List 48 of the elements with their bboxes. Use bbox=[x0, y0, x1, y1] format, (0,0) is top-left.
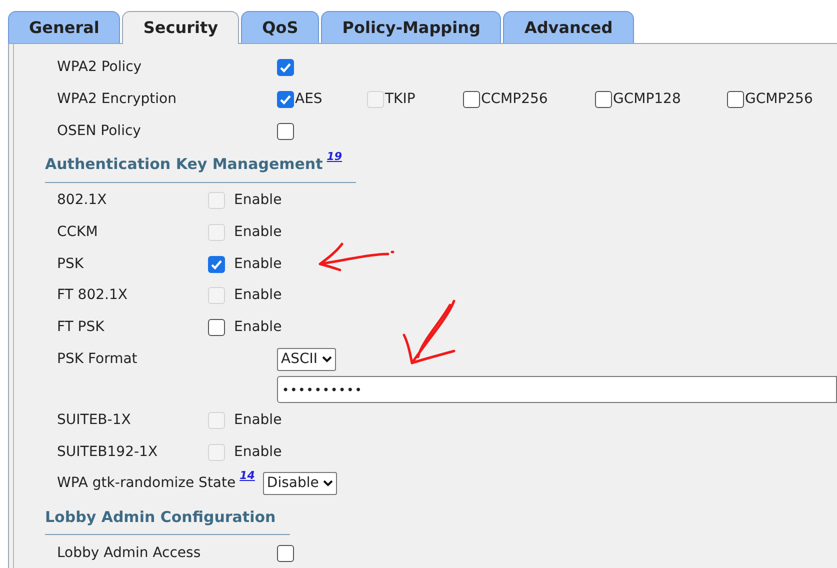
chevron-down-icon bbox=[322, 356, 332, 363]
option-label: Enable bbox=[234, 191, 282, 210]
field-label: CCKM bbox=[57, 222, 99, 242]
field-label: FT 802.1X bbox=[57, 286, 128, 306]
field-label: WPA2 Encryption bbox=[57, 90, 178, 110]
option-label: Enable bbox=[234, 442, 282, 462]
checkbox[interactable] bbox=[208, 256, 225, 272]
tab[interactable]: Policy-Mapping bbox=[321, 11, 502, 43]
dropdown[interactable]: ASCII bbox=[277, 348, 336, 371]
checkbox[interactable] bbox=[727, 91, 744, 108]
checkbox[interactable] bbox=[277, 122, 294, 140]
checkbox[interactable] bbox=[277, 91, 294, 108]
checkbox[interactable] bbox=[463, 91, 480, 108]
option-label: Enable bbox=[234, 222, 282, 242]
tab[interactable]: QoS bbox=[241, 11, 320, 43]
checkbox[interactable] bbox=[277, 59, 294, 76]
option-label: Enable bbox=[234, 254, 282, 274]
option-label: GCMP128 bbox=[613, 90, 681, 110]
chevron-down-icon bbox=[322, 480, 333, 488]
tab[interactable]: Advanced bbox=[503, 11, 634, 43]
dropdown[interactable]: Disable bbox=[262, 472, 337, 496]
field-label: WPA2 Policy bbox=[57, 58, 143, 78]
field-label: SUITEB192-1X bbox=[57, 442, 159, 462]
field-label: 802.1X bbox=[57, 191, 108, 210]
field-label: PSK bbox=[57, 254, 85, 274]
section-title: Authentication Key Management bbox=[45, 154, 323, 176]
option-label: Enable bbox=[234, 286, 282, 306]
tab[interactable]: General bbox=[8, 11, 120, 43]
option-label: GCMP256 bbox=[745, 90, 813, 110]
option-label: CCMP256 bbox=[481, 90, 548, 110]
footnote-link[interactable]: 19 bbox=[326, 149, 342, 166]
option-label: AES bbox=[295, 90, 322, 110]
field-label: PSK Format bbox=[57, 350, 138, 367]
field-label: SUITEB-1X bbox=[57, 410, 132, 430]
footnote-link[interactable]: 14 bbox=[240, 469, 255, 482]
checkbox[interactable] bbox=[208, 318, 225, 336]
field-label: WPA gtk-randomize State bbox=[57, 475, 236, 492]
password-field[interactable]: •••••••••• bbox=[277, 376, 837, 404]
option-label: Enable bbox=[234, 318, 282, 337]
tab[interactable]: Security bbox=[122, 11, 240, 44]
checkbox[interactable] bbox=[277, 544, 294, 562]
field-label: Lobby Admin Access bbox=[57, 544, 202, 563]
section-title: Lobby Admin Configuration bbox=[45, 506, 276, 528]
option-label: TKIP bbox=[385, 90, 416, 110]
option-label: Enable bbox=[234, 410, 282, 430]
checkbox[interactable] bbox=[595, 91, 612, 108]
field-label: FT PSK bbox=[57, 318, 106, 337]
field-label: OSEN Policy bbox=[57, 122, 142, 141]
